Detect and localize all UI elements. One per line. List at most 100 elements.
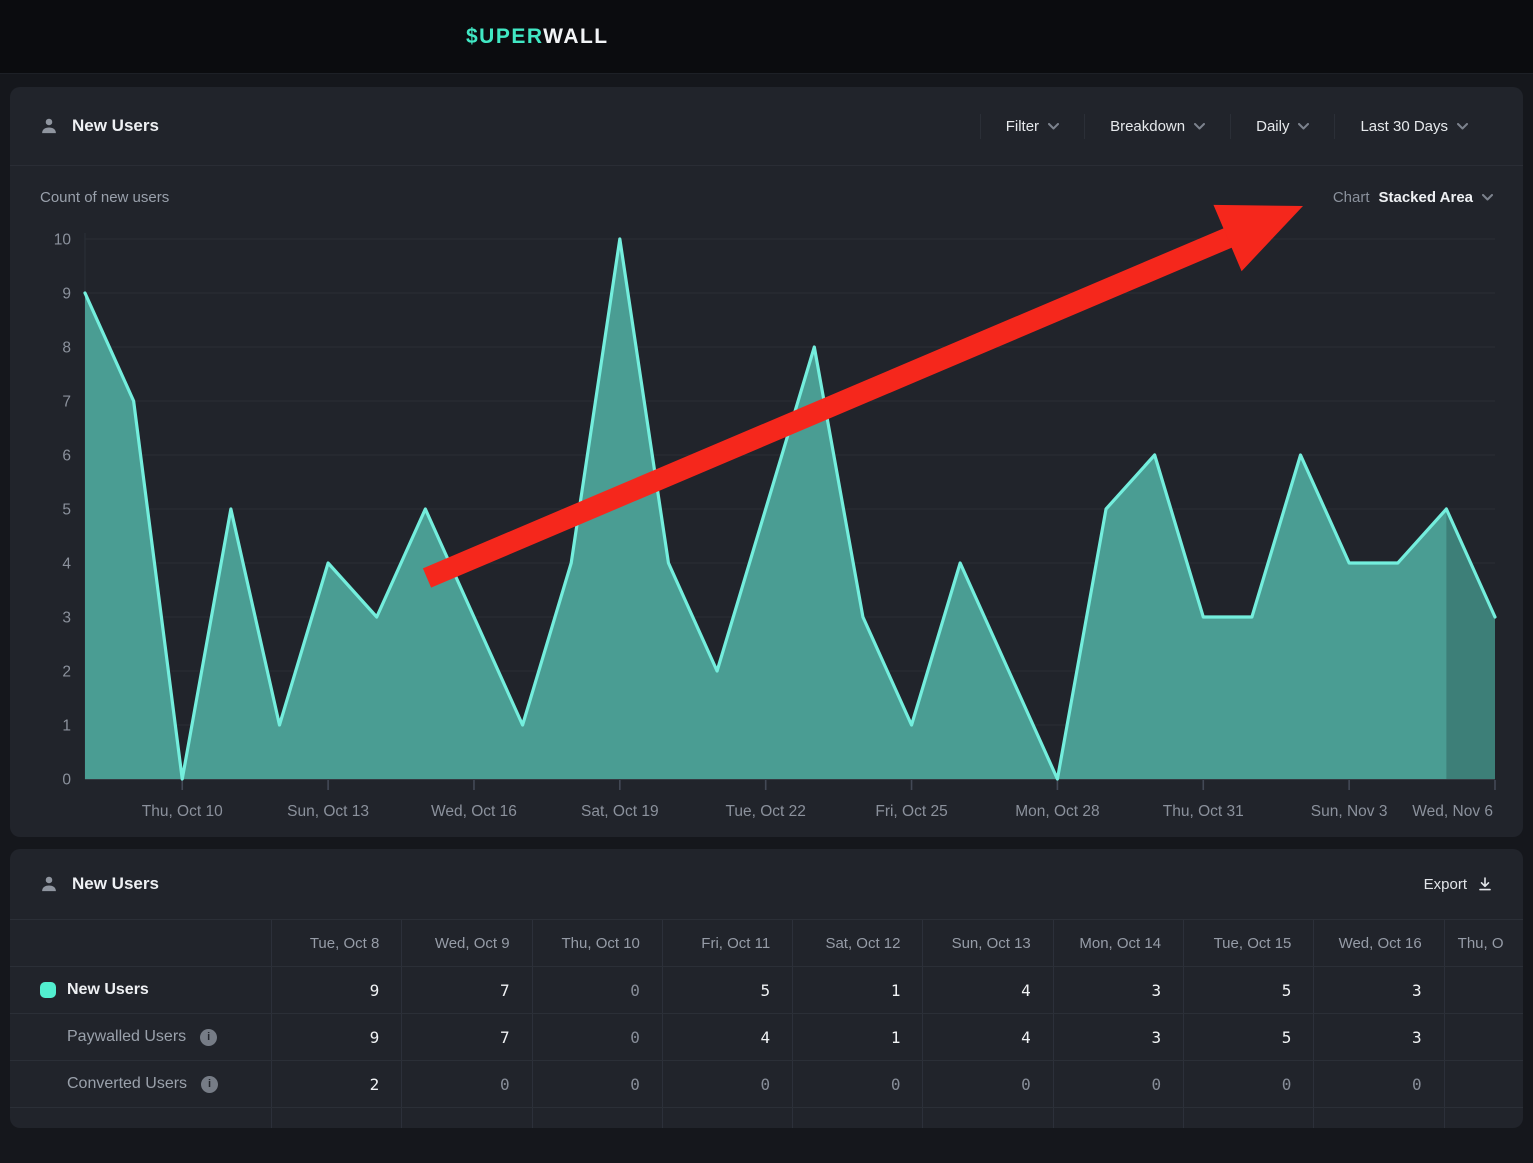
y-axis-label: 2 [62,664,71,681]
row-label-cell: Converted Users i [10,1061,272,1107]
table-cell: 4 [923,1014,1053,1060]
x-axis-label: Sun, Oct 13 [287,803,369,820]
table-cell: 3 [1054,1014,1184,1060]
row-label: Converted Users [67,1075,187,1093]
table-cell: 2 [272,1061,402,1107]
y-axis-label: 0 [62,772,71,789]
row-label: Paywalled Users [67,1028,186,1046]
page-main: New Users Filter Breakdown Daily [0,74,1533,1128]
date-range-dropdown-label: Last 30 Days [1360,118,1448,135]
x-axis-label: Mon, Oct 28 [1015,803,1099,820]
person-icon [40,875,58,893]
filter-dropdown[interactable]: Filter [981,118,1084,135]
table-cell [1445,1061,1523,1107]
table-cell: 9 [272,1014,402,1060]
y-axis-label: 8 [62,340,71,357]
table-row: Converted Usersi200000000 [10,1060,1523,1107]
table-header-row: Tue, Oct 8Wed, Oct 9Thu, Oct 10Fri, Oct … [10,920,1523,966]
new-users-table: Tue, Oct 8Wed, Oct 9Thu, Oct 10Fri, Oct … [10,920,1523,1128]
table-cell-empty [923,1108,1053,1128]
breakdown-dropdown[interactable]: Breakdown [1085,118,1230,135]
x-axis-label: Thu, Oct 10 [142,803,223,820]
chevron-down-icon [1048,123,1059,130]
column-header: Sat, Oct 12 [793,920,923,966]
row-label: New Users [67,981,149,999]
date-range-dropdown[interactable]: Last 30 Days [1335,118,1493,135]
table-cell-empty [1314,1108,1444,1128]
table-row: New Users970514353 [10,966,1523,1013]
y-axis-label: 9 [62,286,71,303]
y-axis-label: 4 [62,556,71,573]
chart-controls: Filter Breakdown Daily Last 30 Days [980,114,1493,139]
column-header: Fri, Oct 11 [663,920,793,966]
row-label-cell: New Users [10,967,272,1013]
info-icon[interactable]: i [201,1076,218,1093]
table-cell-empty [663,1108,793,1128]
table-cell: 3 [1054,967,1184,1013]
column-header: Mon, Oct 14 [1054,920,1184,966]
x-axis-label: Sun, Nov 3 [1311,803,1388,820]
table-cell: 3 [1314,1014,1444,1060]
chevron-down-icon [1457,123,1468,130]
table-cell: 7 [402,1014,532,1060]
table-cell-empty [1054,1108,1184,1128]
column-header: Thu, Oct 10 [533,920,663,966]
table-cell: 5 [663,967,793,1013]
table-cell: 3 [1314,967,1444,1013]
x-axis-label: Sat, Oct 19 [581,803,659,820]
y-axis-label: 6 [62,448,71,465]
table-cell: 0 [923,1061,1053,1107]
chevron-down-icon [1298,123,1309,130]
chart-card-title: New Users [72,116,159,136]
chart-card-title-group: New Users [40,116,159,136]
table-cell: 0 [533,1061,663,1107]
chart-type-label: Chart [1333,189,1370,206]
export-button[interactable]: Export [1424,876,1493,893]
table-cell: 0 [793,1061,923,1107]
table-cell: 0 [1054,1061,1184,1107]
top-nav: $UPERWALL [0,0,1533,74]
chart-subtitle: Count of new users [40,189,169,206]
table-cell: 0 [1314,1061,1444,1107]
superwall-logo[interactable]: $UPERWALL [466,25,609,49]
interval-dropdown[interactable]: Daily [1231,118,1334,135]
table-cell: 4 [663,1014,793,1060]
table-cell: 9 [272,967,402,1013]
y-axis-label: 3 [62,610,71,627]
table-filler-row [10,1107,1523,1128]
y-axis-label: 7 [62,394,71,411]
new-users-chart-card: New Users Filter Breakdown Daily [10,87,1523,837]
interval-dropdown-label: Daily [1256,118,1289,135]
table-cell-empty [793,1108,923,1128]
column-header-empty [10,920,272,966]
logo-white-part: WALL [543,25,608,48]
table-cell-empty [1184,1108,1314,1128]
table-cell-empty [1445,1108,1523,1128]
logo-teal-part: $UPER [466,25,543,48]
chart-subheader: Count of new users Chart Stacked Area [10,166,1523,206]
table-cell: 5 [1184,967,1314,1013]
breakdown-dropdown-label: Breakdown [1110,118,1185,135]
table-cell: 1 [793,1014,923,1060]
info-icon[interactable]: i [200,1029,217,1046]
column-header: Tue, Oct 8 [272,920,402,966]
x-axis-label: Wed, Nov 6 [1412,803,1493,820]
filter-dropdown-label: Filter [1006,118,1039,135]
export-button-label: Export [1424,876,1467,893]
table-cell: 1 [793,967,923,1013]
x-axis-label: Wed, Oct 16 [431,803,517,820]
table-cell-empty [10,1108,272,1128]
table-cell: 0 [1184,1061,1314,1107]
table-cell: 4 [923,967,1053,1013]
chart-type-dropdown[interactable]: Chart Stacked Area [1333,189,1493,206]
table-cell [1445,967,1523,1013]
table-cell: 7 [402,967,532,1013]
table-cell: 0 [533,967,663,1013]
table-cell-empty [272,1108,402,1128]
table-cell: 0 [533,1014,663,1060]
table-cell: 0 [402,1061,532,1107]
chart-card-header: New Users Filter Breakdown Daily [10,87,1523,166]
table-cell: 5 [1184,1014,1314,1060]
y-axis-label: 10 [54,232,72,249]
column-header: Wed, Oct 9 [402,920,532,966]
